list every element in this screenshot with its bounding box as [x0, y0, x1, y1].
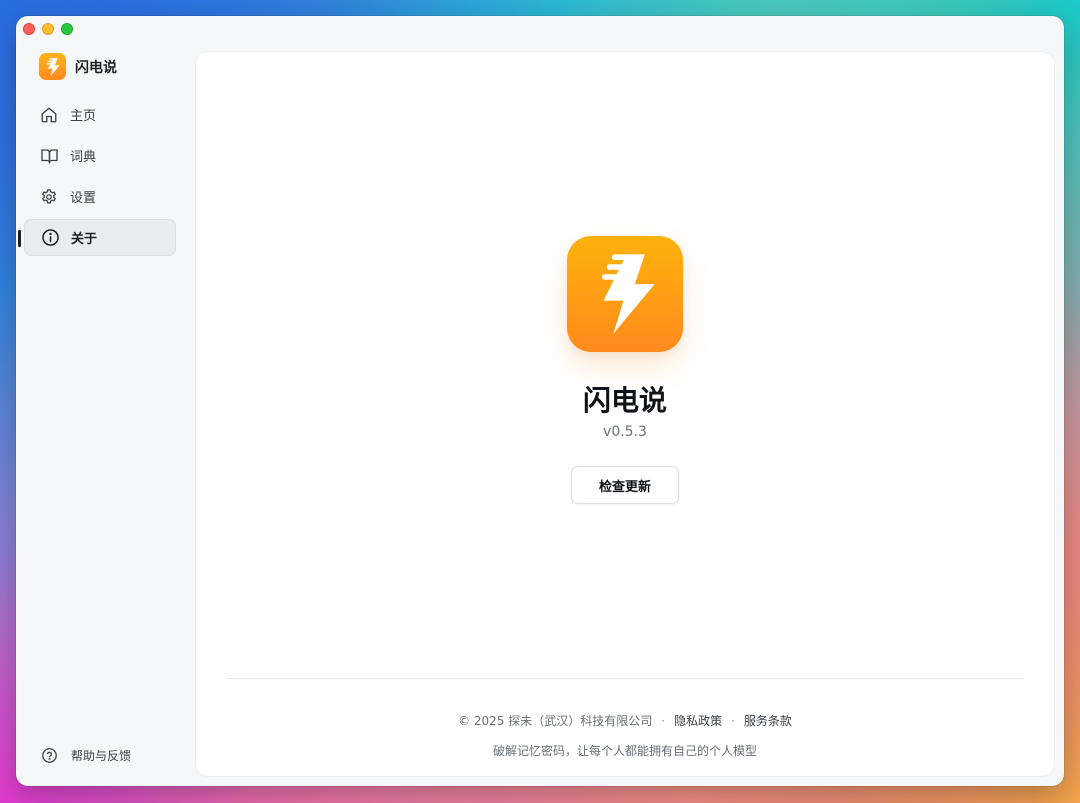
copyright-text: © 2025 探未（武汉）科技有限公司 [458, 714, 653, 728]
about-panel: 闪电说 v0.5.3 检查更新 © 2025 探未（武汉）科技有限公司 · 隐私政策… [196, 52, 1054, 776]
sidebar-item-label: 设置 [70, 191, 97, 206]
footer-separator: · [731, 714, 735, 728]
sidebar-item-label: 词典 [70, 150, 97, 165]
footer-separator: · [661, 714, 666, 728]
app-window: 闪电说 主页 词典 设置 关于 帮助与反馈 闪电说 v0.5.3 检查更新 © … [16, 16, 1064, 786]
footer-divider [226, 678, 1024, 679]
app-version: v0.5.3 [603, 424, 647, 440]
check-update-button[interactable]: 检查更新 [571, 466, 679, 504]
sidebar-item-settings[interactable]: 设置 [24, 178, 176, 215]
sidebar-nav: 主页 词典 设置 关于 [18, 96, 176, 260]
app-logo-icon [39, 53, 66, 80]
sidebar-item-label: 关于 [71, 232, 98, 247]
info-icon [40, 228, 60, 248]
terms-of-service-link[interactable]: 服务条款 [744, 714, 792, 728]
gear-icon [39, 187, 59, 207]
privacy-policy-link[interactable]: 隐私政策 [674, 714, 722, 728]
book-icon [39, 146, 59, 166]
help-feedback-label: 帮助与反馈 [71, 748, 132, 763]
sidebar-item-label: 主页 [70, 109, 97, 124]
app-title: 闪电说 [582, 384, 667, 417]
sidebar: 闪电说 主页 词典 设置 关于 帮助与反馈 [16, 16, 196, 786]
sidebar-brand: 闪电说 [39, 53, 117, 80]
help-feedback-link[interactable]: 帮助与反馈 [39, 745, 131, 765]
sidebar-item-dictionary[interactable]: 词典 [24, 137, 176, 174]
sidebar-item-home[interactable]: 主页 [24, 96, 176, 133]
footer-links: © 2025 探未（武汉）科技有限公司 · 隐私政策 · 服务条款 [196, 712, 1054, 729]
tagline: 破解记忆密码，让每个人都能拥有自己的个人模型 [492, 744, 757, 758]
sidebar-item-about[interactable]: 关于 [18, 219, 176, 256]
lightning-logo-icon [567, 236, 683, 352]
app-name: 闪电说 [75, 59, 117, 76]
home-icon [39, 105, 59, 125]
help-circle-icon [39, 745, 59, 765]
